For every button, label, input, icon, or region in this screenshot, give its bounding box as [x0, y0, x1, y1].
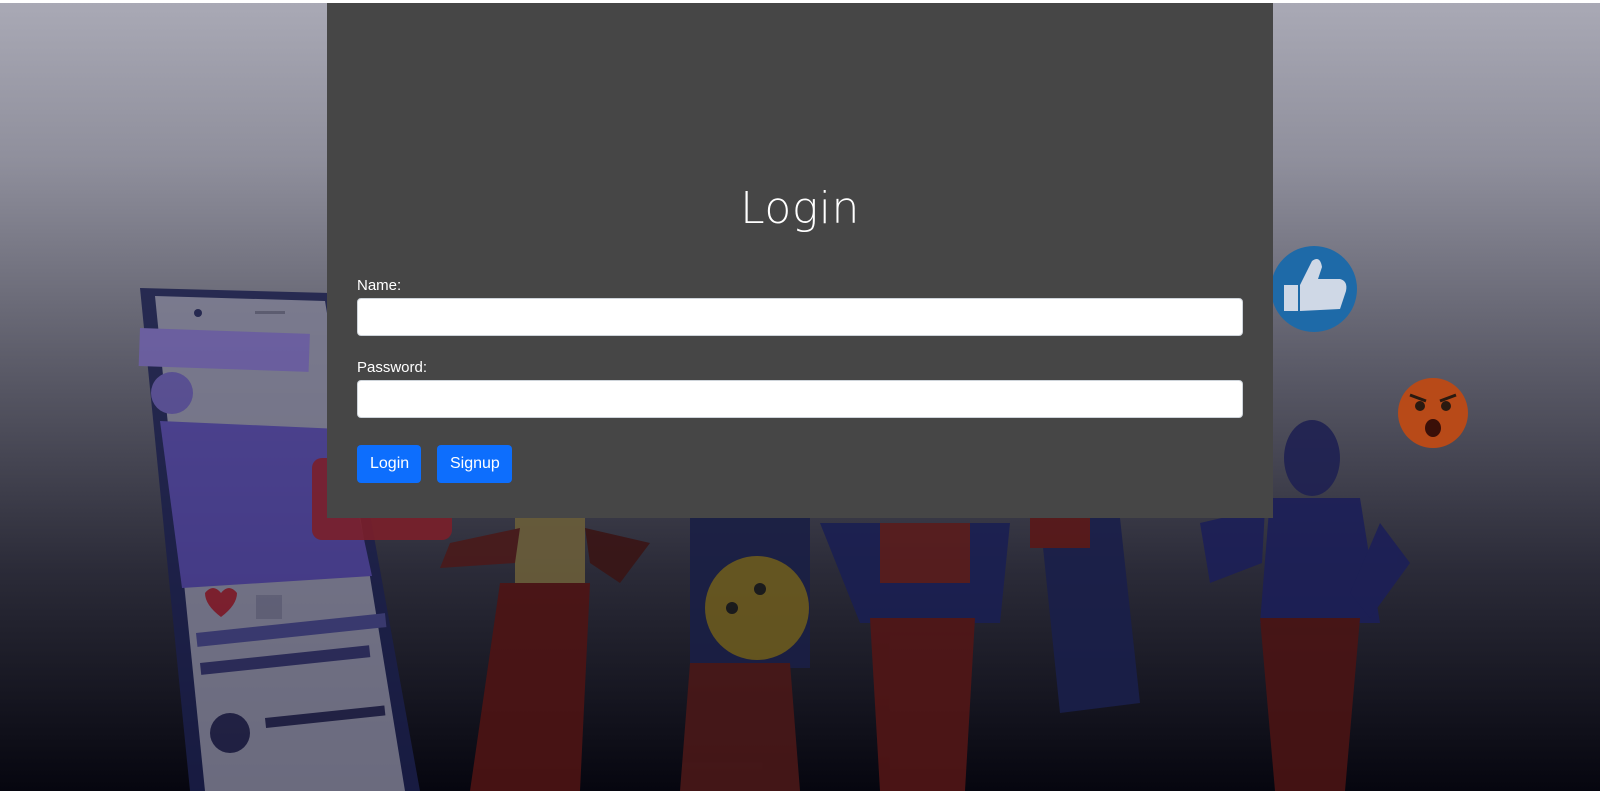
thumbs-up-icon	[1271, 246, 1357, 332]
angry-emoji-icon	[1398, 378, 1468, 448]
password-input[interactable]	[357, 380, 1243, 418]
name-label: Name:	[357, 277, 402, 294]
login-title: Login	[740, 183, 860, 234]
login-button[interactable]: Login	[357, 445, 421, 483]
name-input[interactable]	[357, 298, 1243, 336]
page: Login Name: Password: Login Signup	[0, 0, 1600, 791]
signup-button[interactable]: Signup	[437, 445, 512, 483]
smiley-emoji-icon	[705, 556, 809, 660]
password-label: Password:	[357, 359, 428, 376]
login-card: Login Name: Password: Login Signup	[327, 3, 1273, 518]
